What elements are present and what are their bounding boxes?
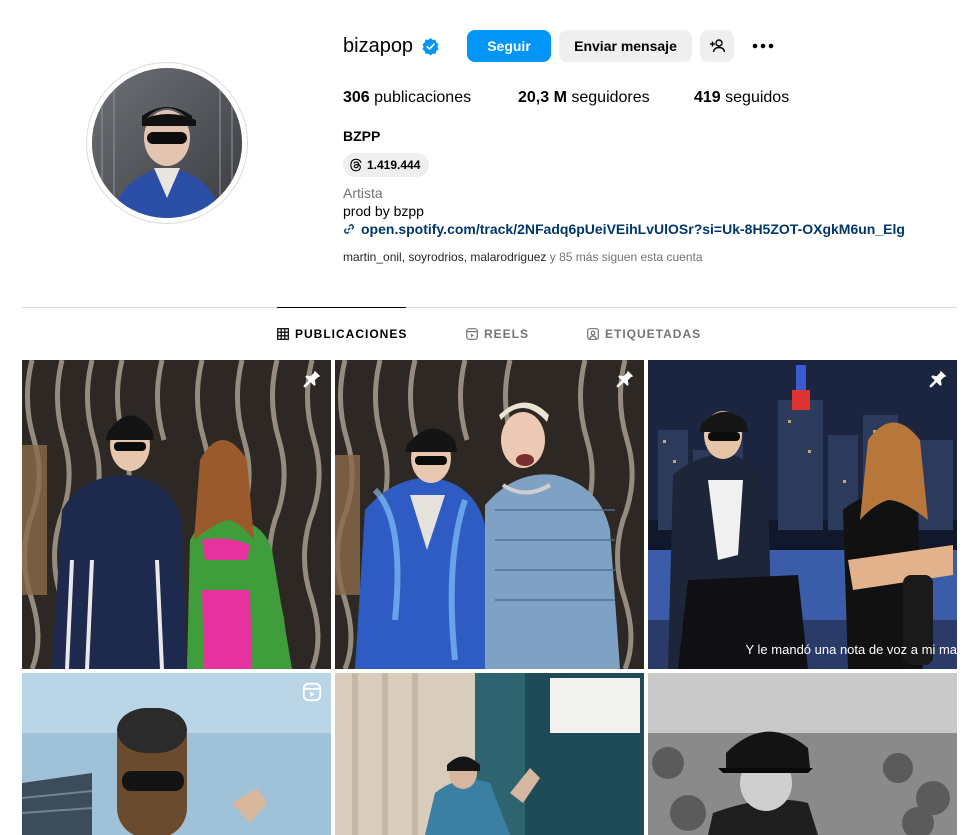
threads-icon	[350, 158, 362, 172]
verified-badge-icon	[422, 37, 439, 56]
video-caption: Y le mandó una nota de voz a mi ma	[745, 642, 958, 657]
tab-reels[interactable]: REELS	[466, 326, 529, 342]
tabs-divider	[22, 307, 957, 308]
profile-bio: prod by bzpp	[343, 203, 424, 219]
threads-count: 1.419.444	[367, 158, 421, 172]
pinned-icon	[616, 370, 634, 388]
post-image	[22, 673, 331, 835]
profile-avatar[interactable]	[86, 62, 248, 224]
tab-reels-label: REELS	[484, 327, 530, 341]
username-row: bizapop	[343, 30, 440, 62]
profile-full-name: BZPP	[343, 128, 381, 144]
profile-username: bizapop	[343, 34, 414, 57]
followers-count[interactable]: 20,3 M seguidores	[518, 89, 650, 107]
reels-icon	[466, 328, 478, 340]
post-image	[648, 673, 957, 835]
pinned-icon	[303, 370, 321, 388]
post-image	[335, 360, 644, 669]
post-tile[interactable]	[22, 360, 331, 669]
following-count-value: 419	[694, 89, 721, 106]
following-count-label: seguidos	[720, 89, 790, 106]
active-tab-indicator	[277, 307, 406, 308]
add-user-icon	[710, 39, 725, 53]
profile-link-text: open.spotify.com/track/2NFadq6pUeiVEihLv…	[361, 221, 905, 237]
link-icon	[344, 224, 354, 234]
following-count[interactable]: 419 seguidos	[694, 89, 789, 107]
post-image	[648, 360, 957, 669]
tab-tagged-label: ETIQUETADAS	[605, 327, 702, 341]
followers-count-label: seguidores	[566, 89, 650, 106]
post-tile[interactable]	[335, 360, 644, 669]
profile-category: Artista	[343, 185, 383, 201]
tagged-icon	[587, 328, 599, 340]
follow-button[interactable]: Seguir	[467, 30, 551, 62]
post-tile[interactable]	[335, 673, 644, 835]
posts-count: 306 publicaciones	[343, 89, 471, 107]
grid-icon	[277, 328, 289, 340]
send-message-button[interactable]: Enviar mensaje	[559, 30, 692, 62]
more-options-button[interactable]	[748, 30, 778, 62]
post-image	[22, 360, 331, 669]
post-image	[335, 673, 644, 835]
followed-by[interactable]: martin_onil, soyrodrios, malarodriguez y…	[343, 250, 703, 264]
post-tile[interactable]	[22, 673, 331, 835]
reel-icon	[302, 682, 322, 702]
tab-posts-label: PUBLICACIONES	[295, 327, 408, 341]
followed-by-names: martin_onil, soyrodrios, malarodriguez	[343, 250, 547, 264]
suggested-users-button[interactable]	[700, 30, 734, 62]
avatar-image	[92, 68, 242, 218]
tab-tagged[interactable]: ETIQUETADAS	[587, 326, 701, 342]
threads-badge[interactable]: 1.419.444	[343, 153, 430, 177]
followed-by-rest: y 85 más siguen esta cuenta	[546, 250, 703, 264]
post-tile[interactable]	[648, 673, 957, 835]
posts-count-value: 306	[343, 89, 370, 106]
tab-posts[interactable]: PUBLICACIONES	[277, 326, 407, 342]
more-dots-icon	[752, 43, 774, 49]
posts-count-label: publicaciones	[369, 89, 472, 106]
pinned-icon	[929, 370, 947, 388]
profile-link[interactable]: open.spotify.com/track/2NFadq6pUeiVEihLv…	[343, 221, 905, 237]
post-tile[interactable]: Y le mandó una nota de voz a mi ma	[648, 360, 957, 669]
followers-count-value: 20,3 M	[518, 89, 567, 106]
